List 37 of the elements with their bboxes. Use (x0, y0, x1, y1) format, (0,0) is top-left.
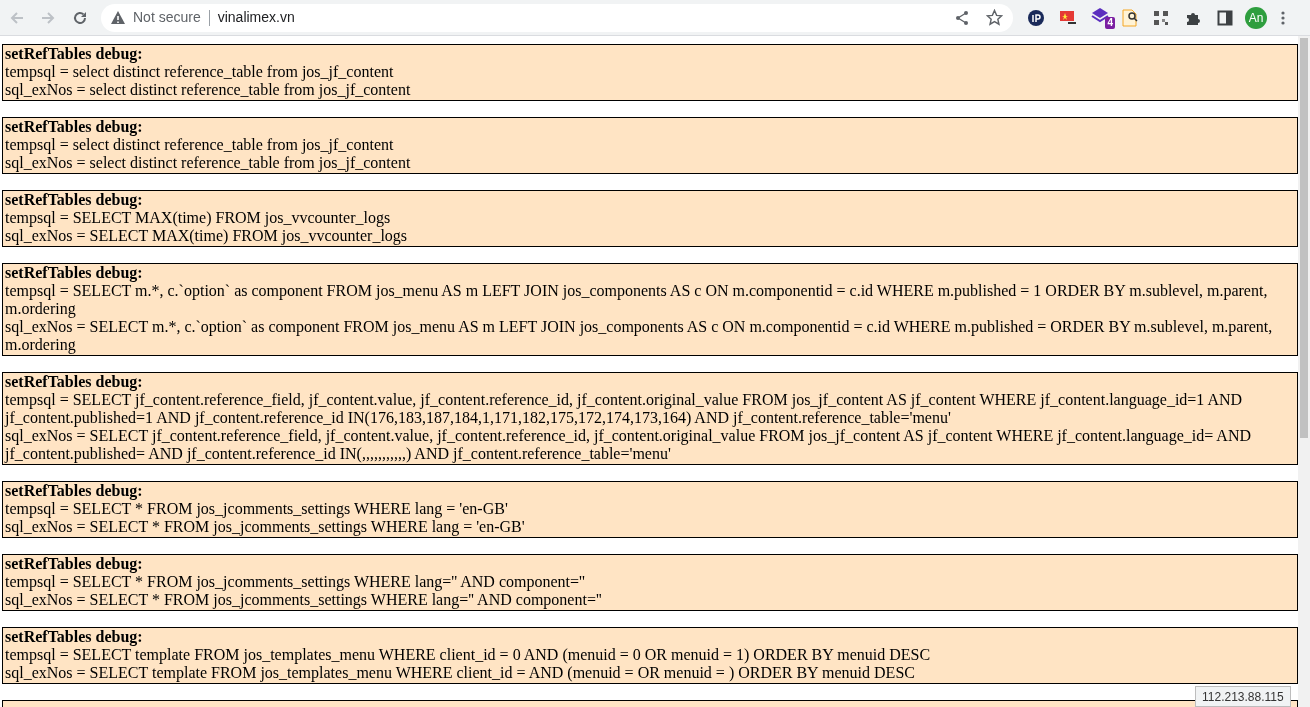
sql-line: sql_exNos = SELECT * FROM jos_jcomments_settings WHERE lang = 'en-GB' (5, 518, 526, 536)
share-icon[interactable] (954, 9, 970, 26)
security-label: Not secure (133, 8, 201, 27)
sql-line: tempsql = select distinct reference_table from jos_jf_content (5, 136, 395, 154)
flag-icon[interactable] (1059, 8, 1077, 27)
document-search-icon[interactable] (1121, 8, 1139, 27)
sql-line: tempsql = SELECT template FROM jos_templates_menu WHERE client_id = 0 AND (menuid = 0 OR menuid = 1) ORDER BY menuid DESC (5, 646, 932, 664)
star-icon[interactable] (986, 9, 1003, 26)
debug-title: setRefTables debug: (5, 628, 144, 646)
debug-title: setRefTables debug: (5, 191, 144, 209)
sql-line: sql_exNos = SELECT * FROM jos_jcomments_settings WHERE lang='' AND component='' (5, 591, 603, 609)
sql-line: sql_exNos = select distinct reference_table from jos_jf_content (5, 154, 412, 172)
sql-line: tempsql = SELECT * FROM jos_jcomments_settings WHERE lang='' AND component='' (5, 573, 586, 591)
sql-line: tempsql = select distinct reference_table from jos_jf_content (5, 63, 395, 81)
sql-line: sql_exNos = SELECT MAX(time) FROM jos_vvcounter_logs (5, 227, 409, 245)
menu-icon[interactable] (1281, 9, 1285, 26)
sql-line: sql_exNos = select distinct reference_table from jos_jf_content (5, 81, 412, 99)
url-text: vinalimex.vn (217, 8, 295, 27)
badge-count: 4 (1105, 16, 1115, 29)
debug-title: setRefTables debug: (5, 118, 144, 136)
debug-title: setRefTables debug: (5, 555, 144, 573)
side-panel-icon[interactable] (1217, 9, 1233, 26)
debug-title: setRefTables debug: (5, 373, 144, 391)
sql-line: tempsql = SELECT * FROM jos_jcomments_settings WHERE lang = 'en-GB' (5, 500, 509, 518)
qr-code-icon[interactable] (1153, 9, 1169, 26)
debug-title: setRefTables debug: (5, 45, 144, 63)
debug-title: setRefTables debug: (5, 264, 144, 282)
warning-icon (110, 9, 126, 26)
sql-line: sql_exNos = SELECT m.*, c.`option` as component FROM jos_menu AS m LEFT JOIN jos_components AS c ON m.componentid = c.id WHERE m.published = ORDER BY m.sublevel, m.parent, m.ordering (5, 318, 1274, 354)
address-bar[interactable]: Not secure vinalimex.vn (101, 3, 1013, 32)
sql-line: sql_exNos = SELECT jf_content.reference_field, jf_content.value, jf_content.reference_id, jf_content.original_value FROM jos_jf_content AS jf_content WHERE jf_content.language_id= AND jf_content.published= AND jf_content.reference_id IN(,,,,,,,,,,,) AND jf_content.reference_table='menu' (5, 427, 1252, 463)
sql-line: sql_exNos = SELECT template FROM jos_templates_menu WHERE client_id = AND (menuid = OR menuid = ) ORDER BY menuid DESC (5, 664, 916, 682)
extension-icon[interactable] (1027, 8, 1045, 27)
sql-line: tempsql = SELECT MAX(time) FROM jos_vvcounter_logs (5, 209, 392, 227)
debug-title: setRefTables debug: (5, 482, 144, 500)
status-bubble: 112.213.88.115 (1195, 686, 1291, 707)
scrollbar[interactable] (1298, 36, 1310, 707)
